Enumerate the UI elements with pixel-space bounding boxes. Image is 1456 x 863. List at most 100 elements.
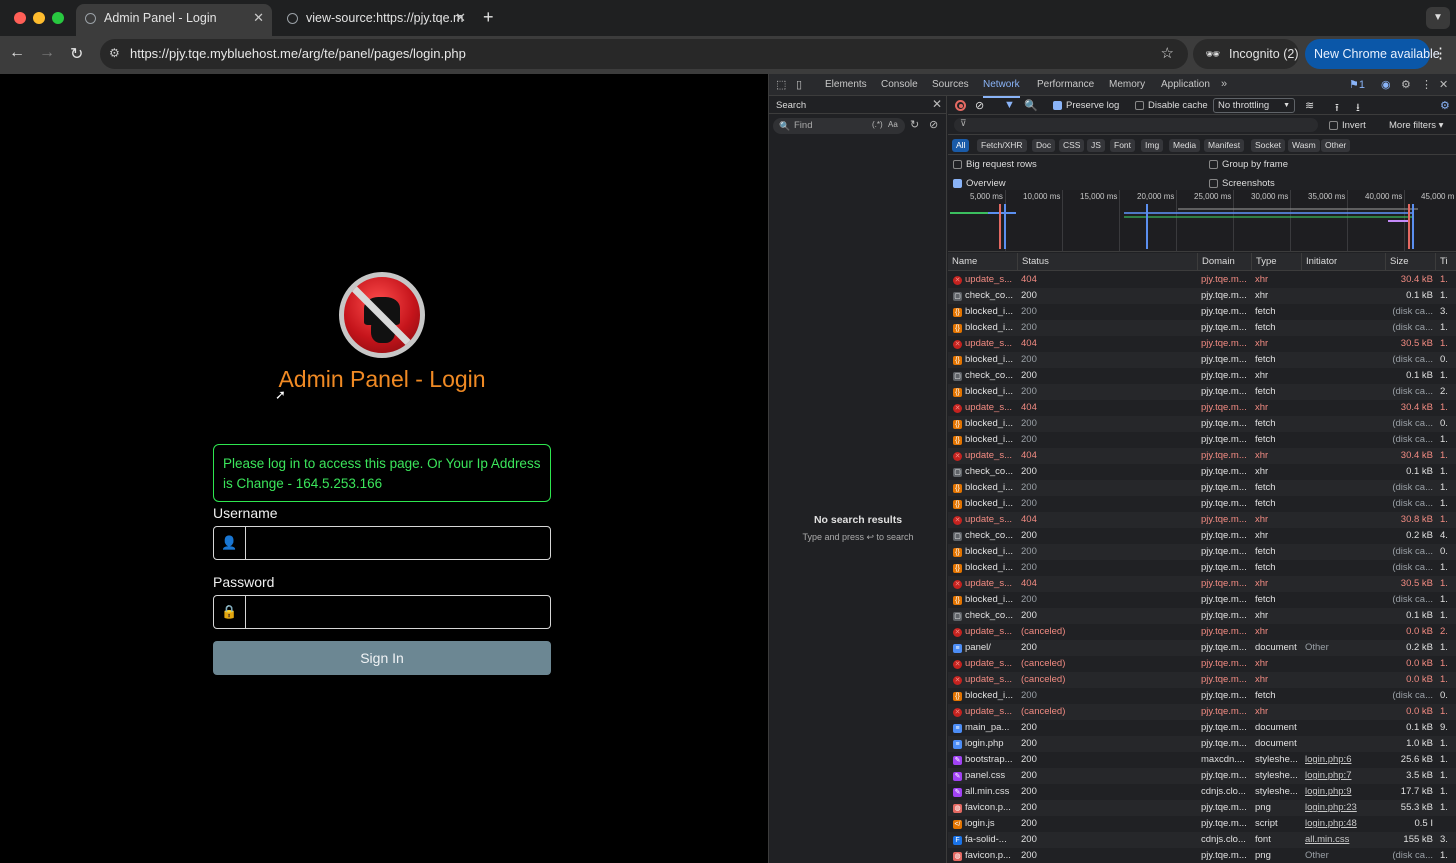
table-row[interactable]: {} blocked_i... 200 pjy.tqe.m... fetch (disk … xyxy=(948,496,1456,512)
filter-fetch-xhr[interactable]: Fetch/XHR xyxy=(977,139,1027,152)
close-tab-icon[interactable]: ✕ xyxy=(455,4,466,32)
close-devtools-icon[interactable]: ✕ xyxy=(1439,78,1448,91)
search-icon[interactable]: 🔍 xyxy=(1024,99,1038,112)
address-bar[interactable]: ⚙ https://pjy.tqe.mybluehost.me/arg/te/p… xyxy=(100,39,1188,69)
table-row[interactable]: {} blocked_i... 200 pjy.tqe.m... fetch (disk … xyxy=(948,320,1456,336)
table-row[interactable]: ✕ update_s... (canceled) pjy.tqe.m... xhr 0.0… xyxy=(948,624,1456,640)
close-window-button[interactable] xyxy=(14,12,26,24)
col-status[interactable]: Status xyxy=(1018,253,1198,271)
table-row[interactable]: ✕ update_s... 404 pjy.tqe.m... xhr 30.5 kB 1. xyxy=(948,336,1456,352)
close-tab-icon[interactable]: ✕ xyxy=(253,4,264,32)
table-row[interactable]: ≡ login.php 200 pjy.tqe.m... document 1.0 kB 1… xyxy=(948,736,1456,752)
filter-other[interactable]: Other xyxy=(1321,139,1351,152)
preserve-log-checkbox[interactable] xyxy=(1053,101,1062,110)
close-search-icon[interactable]: ✕ xyxy=(932,97,942,111)
table-row[interactable]: ✎ bootstrap... 200 maxcdn.... styleshe... log… xyxy=(948,752,1456,768)
network-conditions-icon[interactable]: ≋ xyxy=(1305,99,1314,112)
filter-icon[interactable]: ▼ xyxy=(1004,99,1015,111)
bookmark-star-icon[interactable]: ☆ xyxy=(1161,44,1174,62)
tab-elements[interactable]: Elements xyxy=(825,74,867,96)
url-text[interactable]: https://pjy.tqe.mybluehost.me/arg/te/pan… xyxy=(130,39,466,69)
browser-menu-icon[interactable]: ⋮ xyxy=(1433,44,1448,62)
table-row[interactable]: ✕ update_s... 404 pjy.tqe.m... xhr 30.4 kB 1. xyxy=(948,400,1456,416)
table-row[interactable]: ▢ check_co... 200 pjy.tqe.m... xhr 0.1 kB 1. xyxy=(948,368,1456,384)
filter-js[interactable]: JS xyxy=(1087,139,1105,152)
col-size[interactable]: Size xyxy=(1386,253,1436,271)
table-row[interactable]: ✕ update_s... (canceled) pjy.tqe.m... xhr 0.0… xyxy=(948,704,1456,720)
group-by-frame-checkbox[interactable] xyxy=(1209,160,1218,169)
table-row[interactable]: {} blocked_i... 200 pjy.tqe.m... fetch (disk … xyxy=(948,544,1456,560)
tab-search-button[interactable]: ▼ xyxy=(1426,7,1450,29)
table-row[interactable]: ▢ check_co... 200 pjy.tqe.m... xhr 0.2 kB 4. xyxy=(948,528,1456,544)
disable-cache-checkbox[interactable] xyxy=(1135,101,1144,110)
filter-css[interactable]: CSS xyxy=(1059,139,1085,152)
invert-checkbox[interactable] xyxy=(1329,121,1338,130)
table-row[interactable]: Ffa-solid-... 200 cdnjs.clo... font all.min.… xyxy=(948,832,1456,848)
big-request-rows-checkbox[interactable] xyxy=(953,160,962,169)
table-row[interactable]: ≡ main_pa... 200 pjy.tqe.m... document 0.1 kB… xyxy=(948,720,1456,736)
search-find-input[interactable]: 🔍 Find xyxy=(773,118,905,134)
devtools-menu-icon[interactable]: ⋮ xyxy=(1421,78,1432,91)
maximize-window-button[interactable] xyxy=(52,12,64,24)
table-row[interactable]: ▢ check_co... 200 pjy.tqe.m... xhr 0.1 kB 1. xyxy=(948,608,1456,624)
screenshots-checkbox[interactable] xyxy=(1209,179,1218,188)
table-row[interactable]: </login.js 200 pjy.tqe.m... script login.php… xyxy=(948,816,1456,832)
sign-in-button[interactable]: Sign In xyxy=(213,641,551,675)
col-name[interactable]: Name xyxy=(948,253,1018,271)
table-row[interactable]: ✎ panel.css 200 pjy.tqe.m... styleshe... logi… xyxy=(948,768,1456,784)
table-row[interactable]: ▢ check_co... 200 pjy.tqe.m... xhr 0.1 kB 1. xyxy=(948,288,1456,304)
new-chrome-available-button[interactable]: New Chrome available xyxy=(1305,39,1440,69)
table-row[interactable]: ✕ update_s... (canceled) pjy.tqe.m... xhr 0.0… xyxy=(948,656,1456,672)
col-initiator[interactable]: Initiator xyxy=(1302,253,1386,271)
table-row[interactable]: {} blocked_i... 200 pjy.tqe.m... fetch (disk … xyxy=(948,480,1456,496)
tab-performance[interactable]: Performance xyxy=(1037,74,1094,96)
tab-console[interactable]: Console xyxy=(881,74,918,96)
table-row[interactable]: {} blocked_i... 200 pjy.tqe.m... fetch (disk … xyxy=(948,688,1456,704)
username-input[interactable] xyxy=(247,527,550,559)
issues-badge[interactable]: ⚑1 xyxy=(1349,78,1365,91)
table-row[interactable]: {} blocked_i... 200 pjy.tqe.m... fetch (disk … xyxy=(948,416,1456,432)
password-input[interactable] xyxy=(247,596,550,628)
filter-manifest[interactable]: Manifest xyxy=(1204,139,1245,152)
refresh-search-icon[interactable]: ↻ xyxy=(910,118,919,131)
tab-memory[interactable]: Memory xyxy=(1109,74,1145,96)
table-row[interactable]: ✕ update_s... (canceled) pjy.tqe.m... xhr 0.0… xyxy=(948,672,1456,688)
record-stop-icon[interactable] xyxy=(955,100,966,111)
minimize-window-button[interactable] xyxy=(33,12,45,24)
new-tab-button[interactable]: + xyxy=(483,7,494,28)
tab-admin-panel-login[interactable]: Admin Panel - Login ✕ xyxy=(76,4,272,36)
tab-view-source[interactable]: view-source:https://pjy.tqe.m ✕ xyxy=(278,4,474,36)
table-row[interactable]: ◍ favicon.p... 200 pjy.tqe.m... png Other (dis… xyxy=(948,848,1456,863)
col-time[interactable]: Ti xyxy=(1436,253,1456,271)
table-row[interactable]: ▢ check_co... 200 pjy.tqe.m... xhr 0.1 kB 1. xyxy=(948,464,1456,480)
tab-application[interactable]: Application xyxy=(1161,74,1210,96)
more-filters-dropdown[interactable]: More filters ▾ xyxy=(1389,120,1443,131)
tab-network[interactable]: Network xyxy=(983,74,1020,98)
incognito-indicator[interactable]: 🕶 Incognito (2) xyxy=(1193,39,1299,69)
table-row[interactable]: ◍ favicon.p... 200 pjy.tqe.m... png login.php… xyxy=(948,800,1456,816)
site-info-icon[interactable]: ⚙ xyxy=(109,46,123,60)
clear-log-icon[interactable]: ⊘ xyxy=(975,99,984,112)
throttling-select[interactable]: No throttling ▼ xyxy=(1213,98,1295,113)
filter-input[interactable]: ⊽ xyxy=(954,118,1318,132)
table-row[interactable]: ✕ update_s... 404 pjy.tqe.m... xhr 30.4 kB 1. xyxy=(948,272,1456,288)
table-row[interactable]: ✕ update_s... 404 pjy.tqe.m... xhr 30.8 kB 1. xyxy=(948,512,1456,528)
table-row[interactable]: ✎ all.min.css 200 cdnjs.clo... styleshe... lo… xyxy=(948,784,1456,800)
filter-font[interactable]: Font xyxy=(1110,139,1136,152)
table-row[interactable]: {} blocked_i... 200 pjy.tqe.m... fetch (disk … xyxy=(948,352,1456,368)
back-arrow-icon[interactable]: ← xyxy=(9,44,25,62)
regex-toggle[interactable]: (.*) xyxy=(872,120,883,129)
overview-checkbox[interactable] xyxy=(953,179,962,188)
col-type[interactable]: Type xyxy=(1252,253,1302,271)
table-row[interactable]: {} blocked_i... 200 pjy.tqe.m... fetch (disk … xyxy=(948,304,1456,320)
tab-sources[interactable]: Sources xyxy=(932,74,969,96)
filter-doc[interactable]: Doc xyxy=(1032,139,1056,152)
table-row[interactable]: {} blocked_i... 200 pjy.tqe.m... fetch (disk … xyxy=(948,592,1456,608)
filter-socket[interactable]: Socket xyxy=(1251,139,1285,152)
filter-img[interactable]: Img xyxy=(1141,139,1164,152)
table-row[interactable]: ≡ panel/200 pjy.tqe.m... document Other 0.2 k… xyxy=(948,640,1456,656)
extension-icon[interactable]: ◉ xyxy=(1381,78,1391,91)
table-row[interactable]: ✕ update_s... 404 pjy.tqe.m... xhr 30.5 kB 1. xyxy=(948,576,1456,592)
table-row[interactable]: {} blocked_i... 200 pjy.tqe.m... fetch (disk … xyxy=(948,384,1456,400)
settings-gear-icon[interactable]: ⚙ xyxy=(1401,78,1411,91)
